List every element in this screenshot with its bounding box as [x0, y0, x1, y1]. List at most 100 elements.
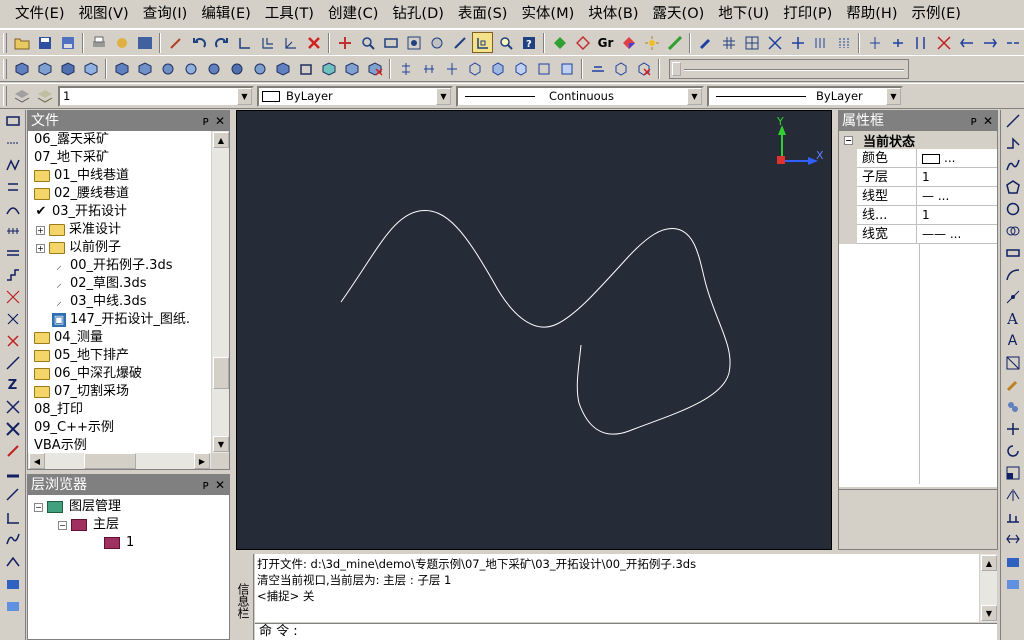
- solid-17-icon[interactable]: [510, 58, 531, 79]
- copy-icon[interactable]: [1002, 396, 1024, 418]
- file-tree-item[interactable]: ⸝ 03_中线.3ds: [28, 293, 211, 311]
- draw-cloud-icon[interactable]: [1002, 220, 1024, 242]
- grid-line-icon[interactable]: [2, 220, 24, 242]
- close-icon[interactable]: ✕: [983, 111, 993, 131]
- file-tree-item[interactable]: 05_地下排产: [28, 347, 211, 365]
- solid-13-icon[interactable]: [318, 58, 339, 79]
- plane-delete-icon[interactable]: [633, 58, 654, 79]
- align-1-icon[interactable]: [395, 58, 416, 79]
- property-row[interactable]: 线型 — ...: [857, 187, 997, 206]
- menu-examples[interactable]: 示例(E): [904, 1, 967, 28]
- chevron-down-icon[interactable]: ▼: [886, 87, 901, 105]
- menu-edit[interactable]: 编辑(E): [194, 1, 257, 28]
- file-tree-item[interactable]: 07_切割采场: [28, 383, 211, 401]
- hscroll-thumb[interactable]: [84, 453, 136, 469]
- menu-underground[interactable]: 地下(U): [711, 1, 776, 28]
- pin-icon[interactable]: ᴘ: [971, 111, 977, 131]
- box-icon[interactable]: [295, 58, 316, 79]
- scale-obj-icon[interactable]: [1002, 462, 1024, 484]
- scale-icon[interactable]: [2, 506, 24, 528]
- property-section-header[interactable]: − 当前状态: [839, 131, 997, 150]
- drawing-viewport[interactable]: Y X: [236, 110, 832, 550]
- toolbar-grip[interactable]: [3, 32, 7, 53]
- paint-icon[interactable]: [1002, 374, 1024, 396]
- file-tree-item[interactable]: 07_地下采矿: [28, 149, 211, 167]
- zoom-window-icon[interactable]: [380, 32, 401, 53]
- mirror-icon[interactable]: [1002, 484, 1024, 506]
- text-icon[interactable]: A: [1002, 330, 1024, 352]
- multiline-text-icon[interactable]: A: [1002, 308, 1024, 330]
- group-icon[interactable]: [1002, 572, 1024, 594]
- menu-print[interactable]: 打印(P): [776, 1, 839, 28]
- close-icon[interactable]: ✕: [215, 475, 225, 495]
- light-icon[interactable]: [641, 32, 662, 53]
- menu-create[interactable]: 创建(C): [321, 1, 385, 28]
- main-layer-row[interactable]: − 主层: [28, 516, 229, 534]
- draw-point-icon[interactable]: [1002, 286, 1024, 308]
- file-tree-vscroll[interactable]: ▲ ▼: [211, 131, 229, 453]
- open-icon[interactable]: [11, 32, 32, 53]
- save-icon[interactable]: [34, 32, 55, 53]
- dash-line-icon[interactable]: [2, 132, 24, 154]
- scroll-up-icon[interactable]: ▲: [213, 132, 229, 148]
- split-icon[interactable]: [864, 32, 885, 53]
- scroll-right-icon[interactable]: ▶: [194, 453, 210, 469]
- draw-line-icon[interactable]: [1002, 110, 1024, 132]
- layer-select[interactable]: 1 ▼: [58, 85, 254, 107]
- close-icon[interactable]: ✕: [215, 111, 225, 131]
- scissors-icon[interactable]: [2, 330, 24, 352]
- solid-18-icon[interactable]: [533, 58, 554, 79]
- cut-line-icon[interactable]: [2, 286, 24, 308]
- solid-11-icon[interactable]: [249, 58, 270, 79]
- block2-icon[interactable]: [2, 594, 24, 616]
- draw-polygon-icon[interactable]: [1002, 176, 1024, 198]
- command-history-vscroll[interactable]: ▲ ▼: [979, 554, 997, 622]
- menu-tools[interactable]: 工具(T): [258, 1, 321, 28]
- rotate-icon[interactable]: [449, 32, 470, 53]
- scroll-left-icon[interactable]: ◀: [29, 453, 45, 469]
- file-tree-item[interactable]: 04_测量: [28, 329, 211, 347]
- draw-circle-icon[interactable]: [1002, 198, 1024, 220]
- join-icon[interactable]: [887, 32, 908, 53]
- toolbar-grip[interactable]: [3, 58, 7, 79]
- property-value[interactable]: —— ...: [917, 225, 997, 243]
- coord-icon[interactable]: [234, 32, 255, 53]
- extend-icon[interactable]: [956, 32, 977, 53]
- pin-icon[interactable]: ᴘ: [203, 111, 209, 131]
- move-cross-icon[interactable]: [1002, 418, 1024, 440]
- menu-surface[interactable]: 表面(S): [451, 1, 515, 28]
- solid-5-icon[interactable]: [111, 58, 132, 79]
- block-icon[interactable]: [2, 572, 24, 594]
- solid-7-icon[interactable]: [157, 58, 178, 79]
- offset-icon[interactable]: [2, 176, 24, 198]
- snap-icon[interactable]: [472, 32, 493, 53]
- menu-drill[interactable]: 钻孔(D): [385, 1, 450, 28]
- wall2-icon[interactable]: [833, 32, 854, 53]
- rotate-obj-icon[interactable]: [1002, 440, 1024, 462]
- sub-layer-row[interactable]: 1: [28, 534, 229, 552]
- solid-14-icon[interactable]: [341, 58, 362, 79]
- align-3-icon[interactable]: [441, 58, 462, 79]
- menu-file[interactable]: 文件(E): [8, 1, 71, 28]
- pan-icon[interactable]: [426, 32, 447, 53]
- coord3-icon[interactable]: [280, 32, 301, 53]
- solid-4-icon[interactable]: [80, 58, 101, 79]
- draw-polyline-icon[interactable]: [1002, 132, 1024, 154]
- solid-1-icon[interactable]: [11, 58, 32, 79]
- property-row[interactable]: 子层 1: [857, 168, 997, 187]
- print-icon[interactable]: [88, 32, 109, 53]
- rect-icon[interactable]: [2, 110, 24, 132]
- coord2-icon[interactable]: [257, 32, 278, 53]
- expand-icon[interactable]: +: [36, 243, 45, 253]
- scroll-thumb[interactable]: [213, 357, 229, 389]
- solid-3-icon[interactable]: [57, 58, 78, 79]
- curve-icon[interactable]: [2, 528, 24, 550]
- z-icon[interactable]: Z: [2, 374, 24, 396]
- expand-icon[interactable]: [2, 418, 24, 440]
- file-tree-item[interactable]: 09_C++示例: [28, 419, 211, 437]
- layer-root-row[interactable]: − 图层管理: [28, 498, 229, 516]
- layers-icon[interactable]: [11, 86, 32, 107]
- preview-icon[interactable]: [111, 32, 132, 53]
- menu-solid[interactable]: 实体(M): [514, 1, 581, 28]
- file-tree-item[interactable]: 01_中线巷道: [28, 167, 211, 185]
